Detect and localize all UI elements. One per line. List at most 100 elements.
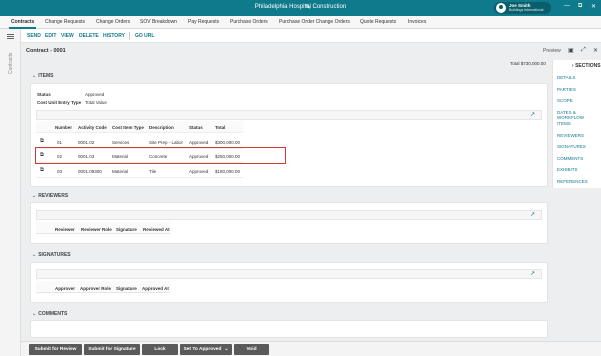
section-link-dates-workflow[interactable]: DATES & WORKFLOW: [557, 110, 601, 120]
comments-section-title: COMMENTS: [38, 311, 68, 317]
preview-label: Preview: [543, 48, 561, 54]
section-link-scope[interactable]: SCOPE: [557, 98, 573, 103]
hamburger-menu-icon[interactable]: [7, 34, 14, 39]
submit-for-signature-button[interactable]: Submit for Signature: [84, 344, 140, 355]
col-approver: Approver: [55, 286, 76, 291]
comments-section-header[interactable]: ⌄ COMMENTS: [32, 311, 67, 317]
rail-label: Contracts: [8, 52, 14, 74]
go-url-action[interactable]: GO URL: [135, 33, 154, 39]
close-icon[interactable]: ✕: [591, 3, 596, 10]
signatures-toolbar: [36, 269, 542, 279]
cell-total: $180,000.00: [215, 169, 241, 174]
module-tabs: Contracts Change Requests Change Orders …: [0, 16, 601, 29]
edit-action[interactable]: EDIT: [45, 33, 56, 39]
sections-title[interactable]: › SECTIONS: [572, 63, 601, 69]
tab-po-change-orders[interactable]: Purchase Order Change Orders: [279, 19, 350, 25]
expand-icon[interactable]: ⤢: [581, 47, 586, 54]
user-menu[interactable]: Joe Smith Buildings International: [494, 2, 551, 14]
open-external-icon[interactable]: ↗: [530, 211, 535, 218]
entry-type-label: Cost Unit Entry Type: [37, 100, 82, 105]
open-external-icon[interactable]: ↗: [530, 111, 535, 118]
signatures-section-header[interactable]: ⌄ SIGNATURES: [32, 252, 71, 258]
section-link-references[interactable]: REFERENCES: [557, 179, 588, 184]
items-section-title: ITEMS: [38, 73, 54, 79]
col-signature: Signature: [116, 286, 137, 291]
contract-title: Contract - 0001: [26, 48, 66, 54]
contract-total: Total $730,000.00: [510, 61, 546, 66]
tab-contracts[interactable]: Contracts: [8, 19, 37, 29]
set-to-approved-button[interactable]: Set To Approved ⌄: [180, 344, 232, 355]
close-panel-icon[interactable]: ✕: [593, 47, 598, 54]
cell-description: Site Prep - Labor: [149, 140, 184, 145]
minimize-icon[interactable]: —: [564, 3, 570, 9]
cell-cost-type: Material: [112, 169, 129, 174]
col-number: Number: [55, 125, 73, 130]
col-activity-code: Activity Code: [78, 125, 107, 130]
void-button[interactable]: Void: [234, 344, 269, 355]
tab-change-orders[interactable]: Change Orders: [96, 19, 130, 25]
section-link-reviewers[interactable]: REVIEWERS: [557, 133, 584, 138]
section-link-parties[interactable]: PARTIES: [557, 87, 576, 92]
send-action[interactable]: SEND: [27, 33, 41, 39]
submit-for-review-button[interactable]: Submit for Review: [29, 344, 82, 355]
edit-row-icon[interactable]: ⧉: [40, 167, 44, 174]
action-bar: SEND EDIT VIEW DELETE HISTORY GO URL: [21, 29, 601, 43]
lock-button[interactable]: Lock: [142, 344, 178, 355]
cell-cost-type: Services: [112, 140, 130, 145]
section-link-signatures[interactable]: SIGNATURES: [557, 144, 586, 149]
history-action[interactable]: HISTORY: [103, 33, 125, 39]
col-approved-at: Approved At: [142, 286, 169, 291]
selected-row-highlight: [35, 147, 286, 164]
restore-icon[interactable]: ⧉: [578, 3, 582, 10]
set-to-approved-label: Set To Approved: [183, 347, 222, 352]
tab-pay-requests[interactable]: Pay Requests: [188, 19, 219, 25]
avatar-icon: [496, 3, 506, 13]
cell-description: Tile: [149, 169, 157, 174]
chevron-down-icon: ⌄: [32, 193, 37, 199]
comments-card[interactable]: [30, 320, 548, 338]
sections-title-text: SECTIONS: [575, 63, 601, 69]
open-external-icon[interactable]: ↗: [530, 270, 535, 277]
col-total: Total: [215, 125, 226, 130]
items-section-header[interactable]: ⌄ ITEMS: [32, 73, 53, 79]
chevron-down-icon: ⌄: [32, 311, 37, 317]
col-reviewed-at: Reviewed At: [143, 227, 170, 232]
col-description: Description: [149, 125, 174, 130]
tab-quote-requests[interactable]: Quote Requests: [360, 19, 396, 25]
col-approver-role: Approver Role: [80, 286, 112, 291]
caret-down-icon: ⌄: [224, 347, 229, 352]
edit-pencil-icon[interactable]: ✎: [305, 3, 311, 11]
cell-activity-code: 0001.09300: [78, 169, 102, 174]
cell-status: Approved: [189, 140, 209, 145]
cell-total: $300,000.00: [215, 140, 241, 145]
tab-change-requests[interactable]: Change Requests: [45, 19, 85, 25]
print-preview-icon[interactable]: ▣: [568, 47, 574, 54]
items-toolbar: [36, 110, 542, 120]
title-bar: Philadelphia Hospital Construction ✎ Joe…: [0, 0, 601, 16]
chevron-down-icon: ⌄: [32, 252, 37, 258]
section-link-details[interactable]: DETAILS: [557, 75, 575, 80]
cell-status: Approved: [189, 169, 209, 174]
col-reviewer-role: Reviewer Role: [81, 227, 112, 232]
reviewers-section-header[interactable]: ⌄ REVIEWERS: [32, 193, 68, 199]
section-link-exhibits[interactable]: EXHIBITS: [557, 167, 578, 172]
view-action[interactable]: VIEW: [61, 33, 74, 39]
cell-activity-code: 0001.02: [78, 140, 95, 145]
edit-row-icon[interactable]: ⧉: [40, 138, 44, 145]
tab-sov-breakdown[interactable]: SOV Breakdown: [140, 19, 177, 25]
reviewers-toolbar: [36, 210, 542, 220]
col-cost-item-type: Cost Item Type: [112, 125, 144, 130]
left-rail: Contracts: [0, 29, 21, 356]
col-status: Status: [189, 125, 203, 130]
table-row[interactable]: [36, 164, 243, 178]
tab-invoices[interactable]: Invoices: [408, 19, 426, 25]
col-signature: Signature: [116, 227, 137, 232]
tab-purchase-orders[interactable]: Purchase Orders: [230, 19, 268, 25]
chevron-down-icon: ⌄: [32, 73, 37, 79]
entry-type-value: Total Value: [85, 100, 107, 105]
section-link-comments[interactable]: COMMENTS: [557, 156, 583, 161]
section-link-items[interactable]: ITEMS: [557, 121, 571, 126]
col-reviewer: Reviewer: [55, 227, 75, 232]
delete-action[interactable]: DELETE: [79, 33, 99, 39]
user-org: Buildings International: [509, 8, 544, 12]
